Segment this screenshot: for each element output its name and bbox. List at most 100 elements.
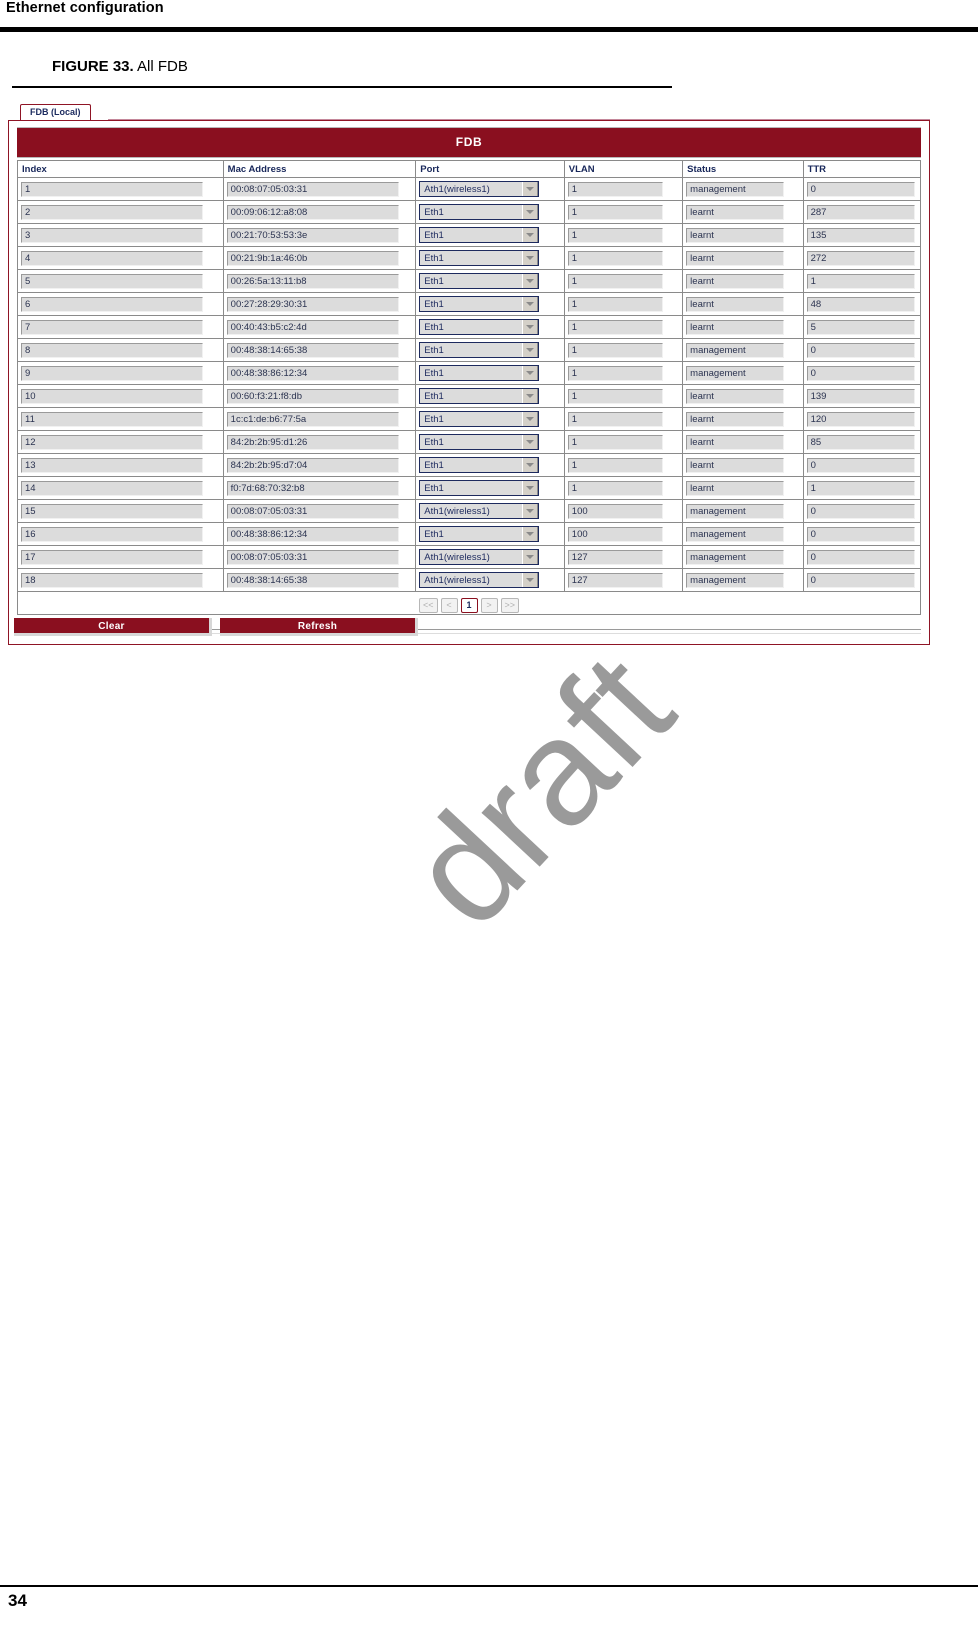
- status-field[interactable]: learnt: [686, 411, 785, 427]
- status-field[interactable]: management: [686, 526, 785, 542]
- index-field[interactable]: 15: [21, 503, 203, 519]
- vlan-field[interactable]: 1: [567, 227, 663, 243]
- ttr-field[interactable]: 272: [806, 250, 915, 266]
- port-select[interactable]: Eth1: [419, 250, 540, 266]
- pagination-prev-button[interactable]: <: [440, 597, 458, 613]
- port-select[interactable]: Eth1: [419, 434, 540, 450]
- vlan-field[interactable]: 100: [567, 503, 663, 519]
- mac-address-field[interactable]: 00:48:38:14:65:38: [226, 342, 399, 358]
- status-field[interactable]: management: [686, 549, 785, 565]
- vlan-field[interactable]: 1: [567, 250, 663, 266]
- ttr-field[interactable]: 0: [806, 526, 915, 542]
- index-field[interactable]: 4: [21, 250, 203, 266]
- mac-address-field[interactable]: 00:08:07:05:03:31: [226, 549, 399, 565]
- mac-address-field[interactable]: 00:48:38:86:12:34: [226, 365, 399, 381]
- port-select[interactable]: Eth1: [419, 365, 540, 381]
- clear-button[interactable]: Clear: [14, 618, 212, 636]
- mac-address-field[interactable]: 00:08:07:05:03:31: [226, 503, 399, 519]
- mac-address-field[interactable]: 00:21:70:53:53:3e: [226, 227, 399, 243]
- mac-address-field[interactable]: 84:2b:2b:95:d7:04: [226, 457, 399, 473]
- chevron-down-icon[interactable]: [522, 389, 539, 403]
- index-field[interactable]: 1: [21, 181, 203, 197]
- port-select[interactable]: Eth1: [419, 457, 540, 473]
- vlan-field[interactable]: 1: [567, 480, 663, 496]
- mac-address-field[interactable]: 00:08:07:05:03:31: [226, 181, 399, 197]
- status-field[interactable]: management: [686, 181, 785, 197]
- index-field[interactable]: 18: [21, 572, 203, 588]
- chevron-down-icon[interactable]: [522, 366, 539, 380]
- port-select[interactable]: Eth1: [419, 273, 540, 289]
- mac-address-field[interactable]: 84:2b:2b:95:d1:26: [226, 434, 399, 450]
- status-field[interactable]: learnt: [686, 319, 785, 335]
- pagination-page-1[interactable]: 1: [460, 597, 478, 613]
- ttr-field[interactable]: 0: [806, 572, 915, 588]
- vlan-field[interactable]: 1: [567, 365, 663, 381]
- index-field[interactable]: 3: [21, 227, 203, 243]
- chevron-down-icon[interactable]: [522, 228, 539, 242]
- mac-address-field[interactable]: 00:09:06:12:a8:08: [226, 204, 399, 220]
- index-field[interactable]: 13: [21, 457, 203, 473]
- status-field[interactable]: learnt: [686, 273, 785, 289]
- ttr-field[interactable]: 1: [806, 480, 915, 496]
- mac-address-field[interactable]: 00:40:43:b5:c2:4d: [226, 319, 399, 335]
- vlan-field[interactable]: 1: [567, 342, 663, 358]
- chevron-down-icon[interactable]: [522, 205, 539, 219]
- chevron-down-icon[interactable]: [522, 320, 539, 334]
- index-field[interactable]: 9: [21, 365, 203, 381]
- status-field[interactable]: management: [686, 342, 785, 358]
- status-field[interactable]: learnt: [686, 457, 785, 473]
- mac-address-field[interactable]: 00:48:38:86:12:34: [226, 526, 399, 542]
- status-field[interactable]: learnt: [686, 434, 785, 450]
- index-field[interactable]: 7: [21, 319, 203, 335]
- index-field[interactable]: 8: [21, 342, 203, 358]
- port-select[interactable]: Ath1(wireless1): [419, 181, 540, 197]
- vlan-field[interactable]: 100: [567, 526, 663, 542]
- chevron-down-icon[interactable]: [522, 435, 539, 449]
- index-field[interactable]: 17: [21, 549, 203, 565]
- chevron-down-icon[interactable]: [522, 251, 539, 265]
- port-select[interactable]: Eth1: [419, 342, 540, 358]
- ttr-field[interactable]: 287: [806, 204, 915, 220]
- ttr-field[interactable]: 120: [806, 411, 915, 427]
- index-field[interactable]: 12: [21, 434, 203, 450]
- vlan-field[interactable]: 1: [567, 204, 663, 220]
- index-field[interactable]: 5: [21, 273, 203, 289]
- vlan-field[interactable]: 127: [567, 572, 663, 588]
- pagination-next-button[interactable]: >: [480, 597, 498, 613]
- chevron-down-icon[interactable]: [522, 182, 539, 196]
- ttr-field[interactable]: 0: [806, 503, 915, 519]
- pagination-first-button[interactable]: <<: [418, 597, 438, 613]
- index-field[interactable]: 10: [21, 388, 203, 404]
- chevron-down-icon[interactable]: [522, 573, 539, 587]
- status-field[interactable]: management: [686, 572, 785, 588]
- pagination-last-button[interactable]: >>: [500, 597, 520, 613]
- vlan-field[interactable]: 1: [567, 457, 663, 473]
- mac-address-field[interactable]: 00:26:5a:13:11:b8: [226, 273, 399, 289]
- port-select[interactable]: Ath1(wireless1): [419, 503, 540, 519]
- port-select[interactable]: Eth1: [419, 319, 540, 335]
- index-field[interactable]: 6: [21, 296, 203, 312]
- chevron-down-icon[interactable]: [522, 458, 539, 472]
- port-select[interactable]: Ath1(wireless1): [419, 549, 540, 565]
- index-field[interactable]: 14: [21, 480, 203, 496]
- chevron-down-icon[interactable]: [522, 343, 539, 357]
- vlan-field[interactable]: 127: [567, 549, 663, 565]
- status-field[interactable]: learnt: [686, 204, 785, 220]
- ttr-field[interactable]: 135: [806, 227, 915, 243]
- mac-address-field[interactable]: 00:21:9b:1a:46:0b: [226, 250, 399, 266]
- mac-address-field[interactable]: 00:60:f3:21:f8:db: [226, 388, 399, 404]
- index-field[interactable]: 16: [21, 526, 203, 542]
- vlan-field[interactable]: 1: [567, 319, 663, 335]
- ttr-field[interactable]: 1: [806, 273, 915, 289]
- chevron-down-icon[interactable]: [522, 481, 539, 495]
- port-select[interactable]: Eth1: [419, 526, 540, 542]
- ttr-field[interactable]: 5: [806, 319, 915, 335]
- port-select[interactable]: Eth1: [419, 227, 540, 243]
- index-field[interactable]: 11: [21, 411, 203, 427]
- port-select[interactable]: Eth1: [419, 296, 540, 312]
- chevron-down-icon[interactable]: [522, 550, 539, 564]
- chevron-down-icon[interactable]: [522, 274, 539, 288]
- port-select[interactable]: Eth1: [419, 204, 540, 220]
- ttr-field[interactable]: 0: [806, 365, 915, 381]
- vlan-field[interactable]: 1: [567, 181, 663, 197]
